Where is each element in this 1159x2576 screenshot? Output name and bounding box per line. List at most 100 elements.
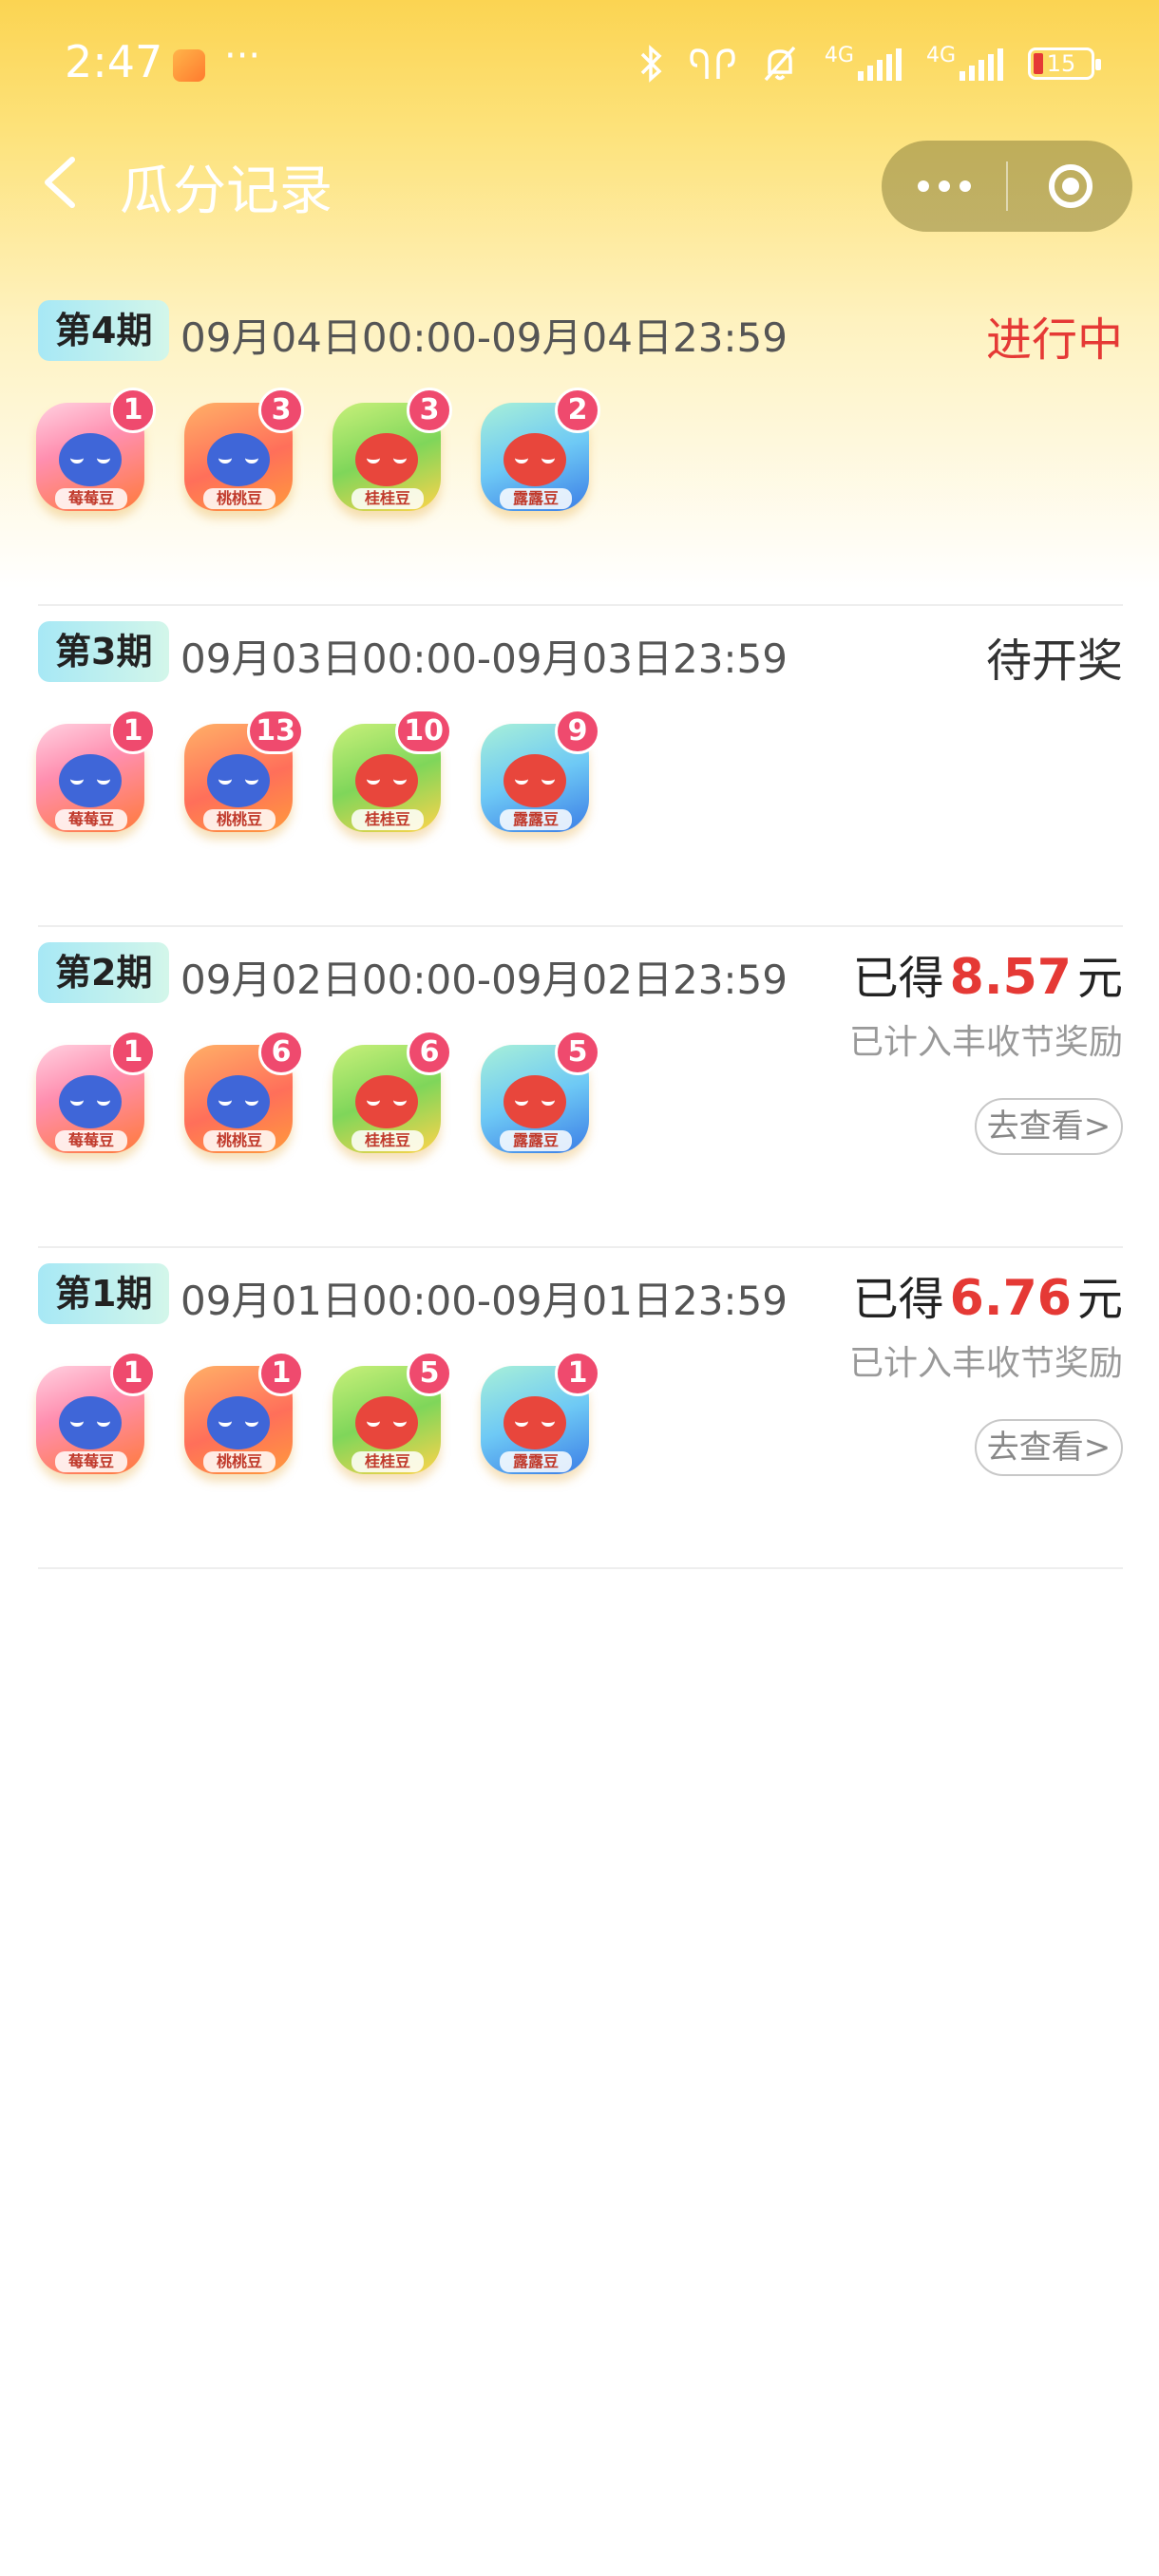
status-indicators: 4G 4G 15 [638,44,1101,84]
earned-prefix: 已得 [852,1273,944,1326]
bean-face [504,433,566,486]
more-dot-icon [959,180,971,192]
bean-name-tag: 桃桃豆 [203,488,276,509]
signal-strength-icon-1 [857,47,902,81]
period-status: 待开奖 [985,635,1123,688]
period-badge: 第2期 [38,942,170,1003]
bean-face [355,1075,418,1128]
bean-count-badge: 2 [555,388,600,433]
period-row: 第3期 09月03日00:00-09月03日23:59 待开奖 莓莓豆 1 桃桃豆 13 桂桂… [36,606,1123,927]
network-type-2: 4G [925,44,956,67]
bean-name-tag: 莓莓豆 [55,488,127,509]
signal-strength-icon-2 [960,47,1003,81]
period-row: 第2期 09月02日00:00-09月02日23:59 已得 8.57 元已计入丰收节奖… [36,927,1123,1248]
bean-count-badge: 5 [555,1030,600,1075]
bean-face [504,754,566,807]
peach-bean-icon: 桃桃豆 3 [179,388,304,515]
bean-count-badge: 1 [110,709,156,754]
leaf-bean-icon: 露露豆 9 [475,709,600,836]
earned-prefix: 已得 [852,952,944,1005]
strawberry-bean-icon: 莓莓豆 1 [30,1351,156,1478]
more-options-button[interactable] [882,141,1006,232]
peach-bean-icon: 桃桃豆 1 [179,1351,304,1478]
network-type-1: 4G [824,44,854,67]
bean-count-badge: 1 [110,1030,156,1075]
bean-name-tag: 莓莓豆 [55,809,127,830]
battery-icon: 15 [1028,47,1101,80]
more-notifications-icon: ··· [224,34,261,78]
period-list: 第4期 09月04日00:00-09月04日23:59 进行中莓莓豆 1 桃桃豆 3 桂桂豆… [36,285,1123,1569]
bean-name-tag: 露露豆 [500,809,572,830]
bean-count-badge: 3 [407,388,452,433]
bean-face [59,1396,122,1449]
more-dot-icon [917,180,929,192]
period-badge: 第4期 [38,300,170,361]
bean-face [207,1396,270,1449]
period-status: 进行中 [985,313,1123,367]
bean-count-badge: 10 [395,709,452,754]
leaf-bean-icon: 露露豆 5 [475,1030,600,1157]
page-title: 瓜分记录 [120,161,332,222]
status-time: 2:47 [65,36,163,87]
strawberry-bean-icon: 莓莓豆 1 [30,709,156,836]
bean-count-badge: 1 [555,1351,600,1396]
strawberry-bean-icon: 莓莓豆 1 [30,1030,156,1157]
bean-count-badge: 3 [258,388,304,433]
leaf-bean-icon: 露露豆 2 [475,388,600,515]
bean-face [59,754,122,807]
bean-count-badge: 1 [110,388,156,433]
peach-bean-icon: 桃桃豆 13 [179,709,304,836]
flower-bean-icon: 桂桂豆 6 [327,1030,452,1157]
bean-count-badge: 9 [555,709,600,754]
earned-value: 6.76 [949,1270,1072,1327]
leaf-bean-icon: 露露豆 1 [475,1351,600,1478]
bean-count-badge: 1 [258,1351,304,1396]
mute-bell-icon [764,46,796,82]
target-circle-icon [1048,164,1092,208]
flower-bean-icon: 桂桂豆 5 [327,1351,452,1478]
miniprogram-capsule [882,141,1132,232]
earned-value: 8.57 [949,949,1072,1006]
bean-face [504,1396,566,1449]
bean-list: 莓莓豆 1 桃桃豆 3 桂桂豆 3 露露豆 2 [30,388,600,515]
back-arrow-icon[interactable] [36,154,93,211]
reward-note: 已计入丰收节奖励 [848,1344,1123,1383]
bean-face [207,1075,270,1128]
more-dot-icon [938,180,950,192]
bean-face [355,754,418,807]
view-details-button[interactable]: 去查看> [975,1419,1123,1476]
bean-face [59,433,122,486]
close-miniprogram-button[interactable] [1008,141,1132,232]
peach-bean-icon: 桃桃豆 6 [179,1030,304,1157]
bean-count-badge: 6 [407,1030,452,1075]
bean-name-tag: 桃桃豆 [203,1130,276,1151]
bean-name-tag: 露露豆 [500,1451,572,1472]
bean-name-tag: 桂桂豆 [352,1130,424,1151]
bean-list: 莓莓豆 1 桃桃豆 1 桂桂豆 5 露露豆 1 [30,1351,600,1478]
bean-count-badge: 13 [247,709,304,754]
bean-face [59,1075,122,1128]
earned-amount: 已得 6.76 元 [853,1261,1123,1328]
view-details-button[interactable]: 去查看> [975,1098,1123,1155]
bean-face [355,433,418,486]
earned-unit: 元 [1076,1273,1123,1326]
bean-face [355,1396,418,1449]
earned-unit: 元 [1076,952,1123,1005]
period-time-range: 09月01日00:00-09月01日23:59 [180,1278,788,1324]
bean-name-tag: 桂桂豆 [352,488,424,509]
period-row: 第4期 09月04日00:00-09月04日23:59 进行中莓莓豆 1 桃桃豆 3 桂桂豆… [36,285,1123,606]
bean-name-tag: 桂桂豆 [352,1451,424,1472]
battery-level: 15 [1046,50,1076,77]
bean-name-tag: 桃桃豆 [203,1451,276,1472]
status-bar: 2:47 ··· 4G 4G 15 [0,0,1159,133]
period-time-range: 09月04日00:00-09月04日23:59 [180,314,788,361]
bean-list: 莓莓豆 1 桃桃豆 13 桂桂豆 10 露露豆 9 [30,709,600,836]
period-time-range: 09月03日00:00-09月03日23:59 [180,635,788,682]
gallery-notification-icon [173,49,205,82]
bean-count-badge: 6 [258,1030,304,1075]
bean-name-tag: 莓莓豆 [55,1130,127,1151]
period-badge: 第3期 [38,621,170,682]
bean-name-tag: 莓莓豆 [55,1451,127,1472]
reward-note: 已计入丰收节奖励 [848,1023,1123,1062]
bean-name-tag: 桃桃豆 [203,809,276,830]
